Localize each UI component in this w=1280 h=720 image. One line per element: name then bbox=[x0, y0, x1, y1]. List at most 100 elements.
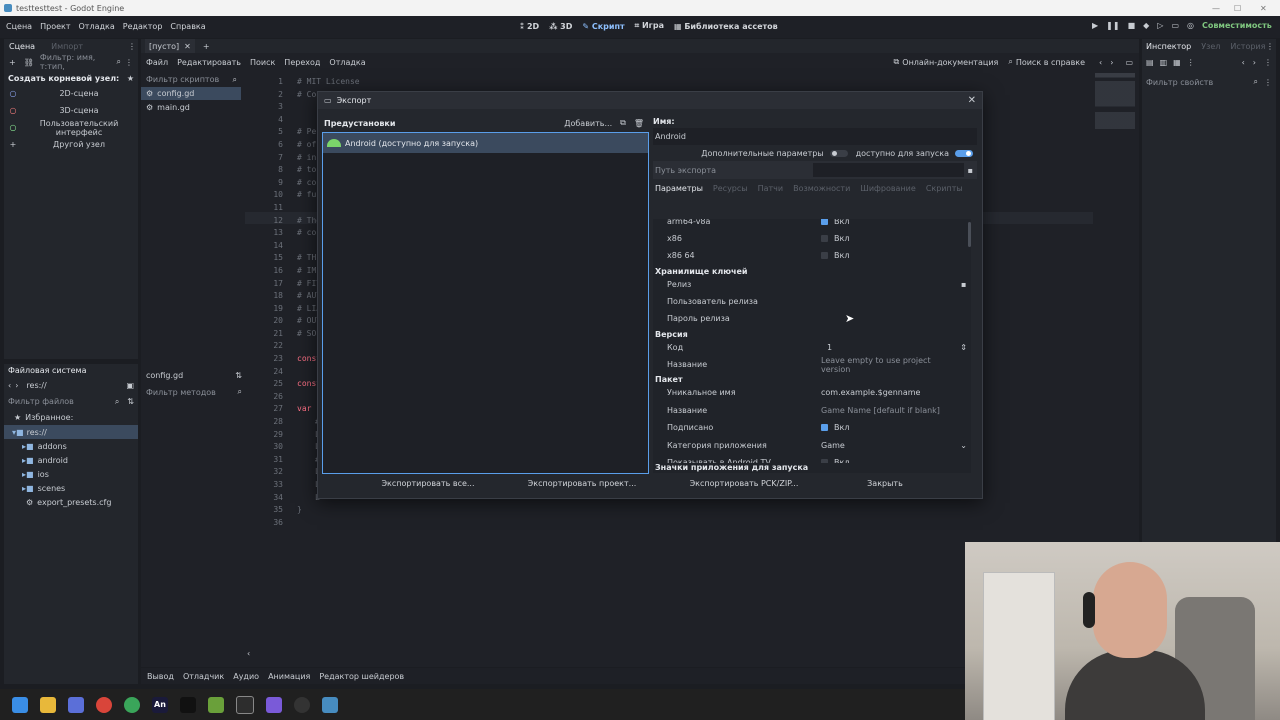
link-icon[interactable]: ⛓ bbox=[24, 58, 34, 67]
tab-scripts[interactable]: Скрипты bbox=[926, 184, 963, 193]
scene-filter-input[interactable]: Фильтр: имя, т:тип, bbox=[40, 53, 117, 71]
bottom-tab-animation[interactable]: Анимация bbox=[268, 672, 310, 681]
add-preset-button[interactable]: Добавить... bbox=[564, 119, 612, 128]
script-item-config[interactable]: ⚙ config.gd bbox=[141, 87, 241, 100]
script-filter-input[interactable]: Фильтр скриптов bbox=[146, 75, 233, 84]
workspace-assetlib[interactable]: ▦ Библиотека ассетов bbox=[674, 22, 778, 31]
tab-patches[interactable]: Патчи bbox=[758, 184, 784, 193]
workspace-2d[interactable]: ⁑ 2D bbox=[520, 22, 539, 31]
runnable-toggle[interactable] bbox=[955, 149, 973, 157]
delete-preset-icon[interactable]: 🗑 bbox=[634, 119, 644, 128]
new-tab-icon[interactable]: + bbox=[203, 42, 210, 51]
advanced-options-toggle[interactable] bbox=[829, 149, 848, 157]
workspace-3d[interactable]: ⁂ 3D bbox=[549, 22, 572, 31]
online-docs-link[interactable]: ⧉ Онлайн-документация bbox=[894, 57, 999, 67]
browse-file-icon[interactable]: ▪ bbox=[968, 166, 973, 175]
play-custom-icon[interactable]: ▷ bbox=[1157, 21, 1163, 30]
name-input[interactable]: Android bbox=[655, 132, 686, 141]
collapse-panel-icon[interactable]: ‹ bbox=[247, 649, 250, 658]
app-green2-icon[interactable] bbox=[208, 696, 224, 713]
chevron-down-icon[interactable]: ⌄ bbox=[960, 441, 967, 450]
back-icon[interactable]: ‹ bbox=[1242, 58, 1245, 67]
fs-path[interactable]: res:// bbox=[26, 381, 46, 390]
workspace-script[interactable]: ✎ Скрипт bbox=[582, 22, 624, 31]
root-option-other[interactable]: + Другой узел bbox=[4, 136, 138, 153]
options-icon[interactable]: ⋮ bbox=[125, 58, 133, 67]
menu-help[interactable]: Справка bbox=[170, 22, 205, 31]
prev-script-icon[interactable]: ‹ bbox=[1099, 58, 1102, 67]
animate-icon[interactable]: An bbox=[152, 696, 168, 713]
tab-inspector[interactable]: Инспектор bbox=[1146, 42, 1191, 51]
new-resource-icon[interactable]: ▤ bbox=[1146, 58, 1154, 67]
help-search-link[interactable]: ⌕ Поиск в справке bbox=[1008, 57, 1085, 67]
minimize-icon[interactable]: — bbox=[1212, 4, 1220, 13]
arch-arm64-checkbox[interactable] bbox=[821, 219, 828, 225]
tab-history[interactable]: История bbox=[1230, 42, 1265, 51]
version-name-input[interactable]: Leave empty to use project version bbox=[821, 356, 961, 374]
split-view-icon[interactable]: ▣ bbox=[126, 381, 134, 390]
maximize-icon[interactable]: ☐ bbox=[1234, 4, 1241, 13]
export-path-input[interactable] bbox=[813, 163, 964, 177]
resource-tools-icon[interactable]: ⋮ bbox=[1187, 58, 1195, 67]
app-dark-icon[interactable] bbox=[294, 696, 310, 713]
next-script-icon[interactable]: › bbox=[1110, 58, 1113, 67]
bottom-tab-debugger[interactable]: Отладчик bbox=[183, 672, 224, 681]
app-icon[interactable] bbox=[68, 696, 84, 713]
chrome-icon[interactable] bbox=[96, 696, 112, 713]
spinbox-arrows-icon[interactable]: ⇕ bbox=[960, 343, 967, 352]
export-project-button[interactable]: Экспортировать проект... bbox=[522, 479, 642, 493]
close-window-icon[interactable]: ✕ bbox=[1260, 4, 1267, 13]
fs-item-ios[interactable]: ▸■ ios bbox=[4, 467, 138, 481]
arch-x86-checkbox[interactable] bbox=[821, 235, 828, 242]
remote-debug-icon[interactable]: ◎ bbox=[1187, 21, 1194, 30]
back-icon[interactable]: ‹ bbox=[8, 381, 11, 390]
pause-icon[interactable]: ❚❚ bbox=[1106, 21, 1119, 30]
terminal-icon[interactable] bbox=[180, 696, 196, 713]
tab-resources[interactable]: Ресурсы bbox=[713, 184, 748, 193]
property-filter-input[interactable]: Фильтр свойств bbox=[1146, 78, 1254, 87]
fs-item-export-presets[interactable]: ⚙ export_presets.cfg bbox=[4, 495, 138, 509]
fs-item-addons[interactable]: ▸■ addons bbox=[4, 439, 138, 453]
se-menu-file[interactable]: Файл bbox=[146, 58, 168, 67]
app-purple-icon[interactable] bbox=[266, 696, 282, 713]
version-code-input[interactable]: 1 bbox=[827, 343, 832, 352]
forward-icon[interactable]: › bbox=[15, 381, 18, 390]
renderer-compat[interactable]: Совместимость bbox=[1202, 21, 1272, 30]
play-icon[interactable]: ▶ bbox=[1092, 21, 1098, 30]
tab-import[interactable]: Импорт bbox=[51, 42, 83, 51]
export-pck-button[interactable]: Экспортировать PCK/ZIP... bbox=[684, 479, 804, 493]
history-icon[interactable]: ⋮ bbox=[1264, 58, 1272, 67]
file-explorer-icon[interactable] bbox=[40, 696, 56, 713]
script-item-main[interactable]: ⚙ main.gd bbox=[141, 100, 241, 114]
package-unique-name-input[interactable]: com.example.$genname bbox=[821, 388, 920, 397]
movie-icon[interactable]: ▭ bbox=[1171, 21, 1179, 30]
fs-item-android[interactable]: ▸■ android bbox=[4, 453, 138, 467]
duplicate-preset-icon[interactable]: ⧉ bbox=[620, 118, 626, 128]
preset-android[interactable]: Android (доступно для запуска) bbox=[323, 133, 648, 153]
add-node-icon[interactable]: + bbox=[9, 58, 16, 67]
se-menu-search[interactable]: Поиск bbox=[250, 58, 275, 67]
close-button[interactable]: Закрыть bbox=[848, 479, 922, 493]
fs-root-row[interactable]: ▾■ res:// bbox=[4, 425, 138, 439]
play-scene-icon[interactable]: ◆ bbox=[1143, 21, 1149, 30]
godot-taskbar-icon[interactable] bbox=[322, 696, 338, 713]
se-menu-goto[interactable]: Переход bbox=[284, 58, 320, 67]
fs-item-scenes[interactable]: ▸■ scenes bbox=[4, 481, 138, 495]
tab-features[interactable]: Возможности bbox=[793, 184, 850, 193]
package-category-select[interactable]: Game bbox=[821, 441, 845, 450]
script-tab-empty[interactable]: [пусто] ✕ bbox=[145, 39, 195, 53]
app-green-icon[interactable] bbox=[124, 696, 140, 713]
dock-menu-icon[interactable]: ⋮ bbox=[1266, 42, 1274, 51]
save-resource-icon[interactable]: ▦ bbox=[1173, 58, 1181, 67]
tab-scene[interactable]: Сцена bbox=[9, 42, 35, 51]
arch-x86-64-checkbox[interactable] bbox=[821, 252, 828, 259]
export-all-button[interactable]: Экспортировать все... bbox=[368, 479, 488, 493]
bottom-tab-output[interactable]: Вывод bbox=[147, 672, 174, 681]
open-resource-icon[interactable]: ▥ bbox=[1160, 58, 1168, 67]
browse-file-icon[interactable]: ▪ bbox=[961, 280, 966, 289]
tab-node[interactable]: Узел bbox=[1201, 42, 1220, 51]
root-option-2d[interactable]: ○ 2D-сцена bbox=[4, 85, 138, 102]
favorite-star-icon[interactable]: ★ bbox=[127, 74, 134, 83]
close-dialog-icon[interactable]: ✕ bbox=[968, 95, 976, 106]
menu-editor[interactable]: Редактор bbox=[123, 22, 163, 31]
